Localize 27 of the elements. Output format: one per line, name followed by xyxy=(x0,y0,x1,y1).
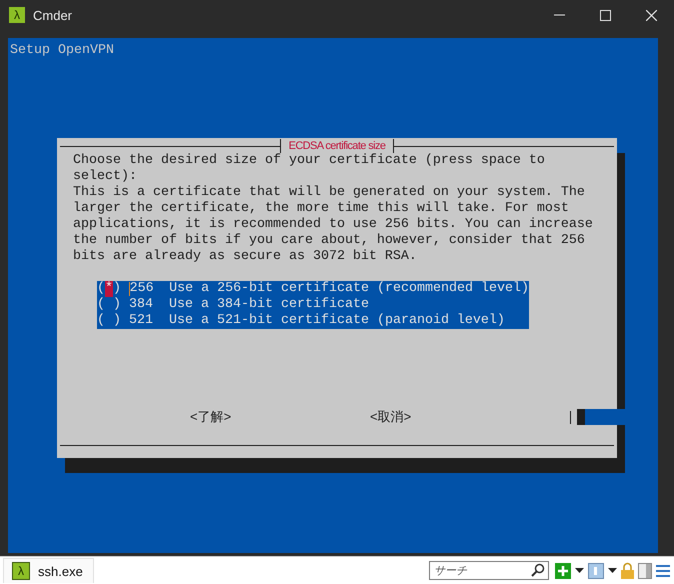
maximize-icon xyxy=(600,10,610,20)
radio-button[interactable]: (*) xyxy=(97,281,121,297)
minimize-icon xyxy=(554,14,564,16)
prompt-text: Choose the desired size of your certificate (press space to select): xyxy=(73,153,546,185)
dialog-button[interactable]: <取消> xyxy=(370,409,550,425)
dialog-button[interactable]: <了解> xyxy=(190,409,370,425)
option-item[interactable]: ( ) 521 Use a 521-bit certificate (paranoid level) xyxy=(97,313,529,329)
terminal-header: Setup OpenVPN xyxy=(10,43,114,59)
dropdown-icon[interactable] xyxy=(575,568,584,573)
radio-button[interactable]: ( ) xyxy=(97,313,121,329)
search-icon[interactable] xyxy=(531,563,545,577)
dialog-title: ECDSA certificate size xyxy=(280,139,394,153)
app-icon: λ xyxy=(12,562,30,580)
window-title: Cmder xyxy=(33,8,74,22)
radio-button[interactable]: ( ) xyxy=(97,297,121,313)
menu-icon[interactable] xyxy=(656,564,670,578)
dropdown-icon[interactable] xyxy=(608,568,617,573)
panel-icon[interactable] xyxy=(638,562,652,578)
app-icon: λ xyxy=(9,7,25,23)
description-text: This is a certificate that will be generated on your system. The larger the certificate, the more time this will take. For most applications, it is recommended to use 256 bits. You can increase the number of bits if you care about, however, consider that 256 bits are already as secure as 3072 bit RSA. xyxy=(73,185,594,265)
window-icon[interactable] xyxy=(588,562,604,578)
option-item[interactable]: ( ) 384 Use a 384-bit certificate xyxy=(97,297,529,313)
console-tab[interactable]: λ ssh.exe xyxy=(3,558,94,583)
close-icon xyxy=(646,10,656,20)
cursor-bar-drawing xyxy=(570,409,625,425)
search-field[interactable]: サーチ xyxy=(429,561,549,580)
option-item[interactable]: (*) 256 Use a 256-bit certificate (recommended level) xyxy=(97,281,529,297)
